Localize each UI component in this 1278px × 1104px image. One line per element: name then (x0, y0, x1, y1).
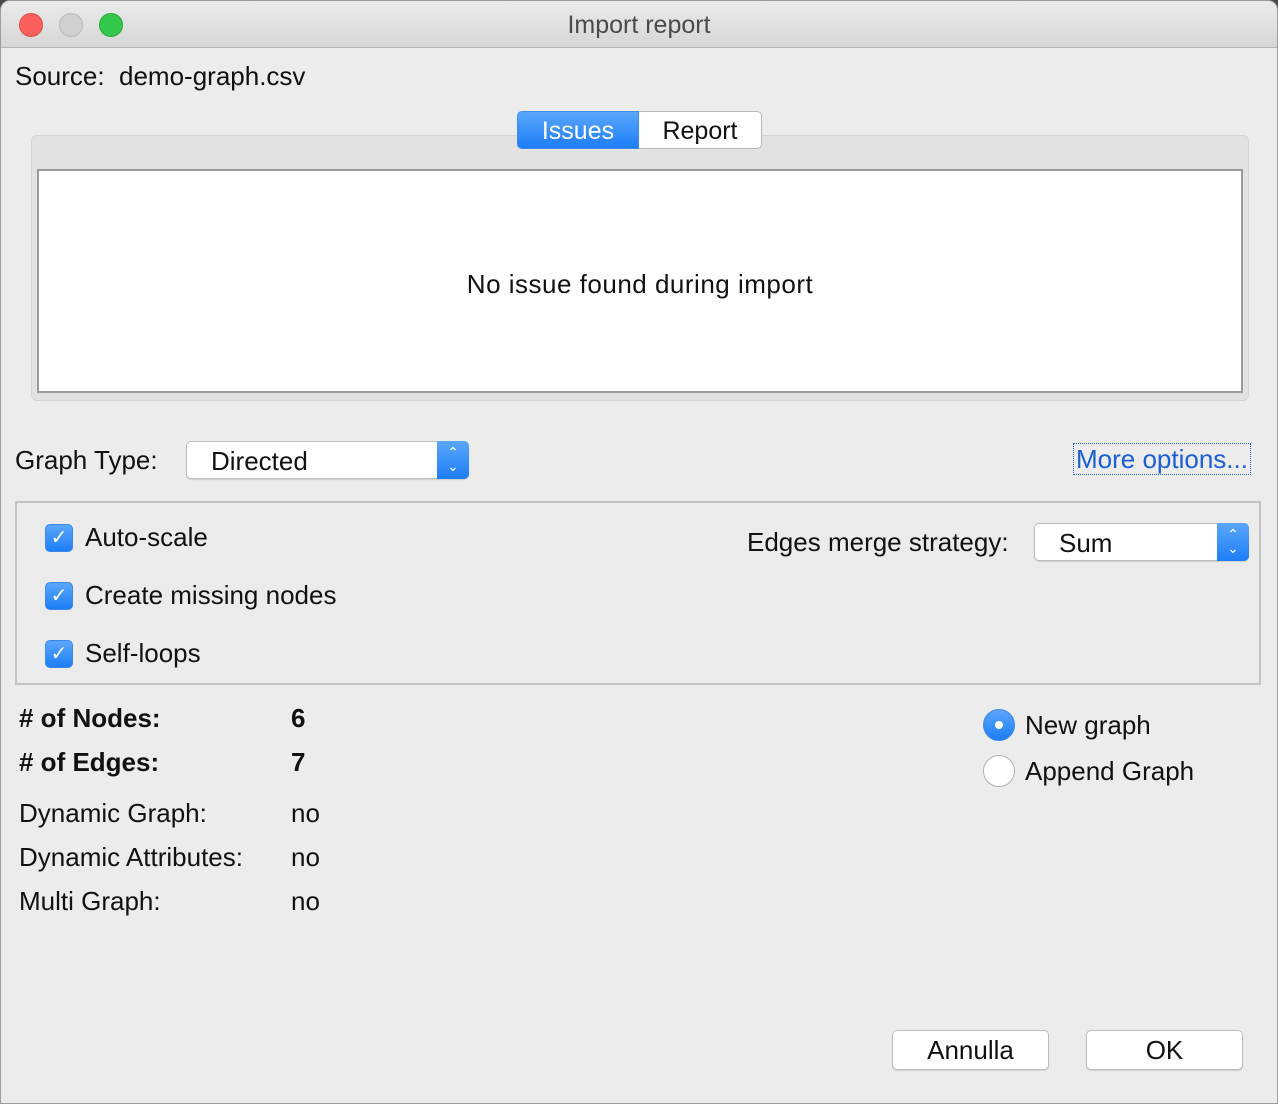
append-graph-label: Append Graph (1025, 756, 1195, 786)
auto-scale-label: Auto-scale (85, 522, 208, 552)
select-stepper-icon: ⌃ ⌄ (437, 441, 469, 479)
self-loops-checkbox[interactable]: ✓ (45, 640, 73, 668)
dynamic-attributes-label: Dynamic Attributes: (19, 842, 243, 872)
cancel-button[interactable]: Annulla (892, 1030, 1049, 1070)
self-loops-label: Self-loops (85, 638, 201, 668)
select-stepper-icon: ⌃ ⌄ (1217, 523, 1249, 561)
new-graph-label: New graph (1025, 710, 1151, 740)
tab-issues[interactable]: Issues (517, 111, 639, 149)
create-missing-nodes-label: Create missing nodes (85, 580, 337, 610)
dynamic-attributes-value: no (291, 842, 320, 872)
edges-count-label: # of Edges: (19, 747, 160, 777)
window-title: Import report (567, 11, 711, 39)
graph-type-label: Graph Type: (15, 445, 158, 475)
checkmark-icon: ✓ (50, 643, 68, 665)
multi-graph-value: no (291, 886, 320, 916)
edges-count-value: 7 (291, 747, 306, 777)
dynamic-graph-value: no (291, 798, 320, 828)
checkmark-icon: ✓ (50, 527, 68, 549)
checkmark-icon: ✓ (50, 585, 68, 607)
multi-graph-label: Multi Graph: (19, 886, 161, 916)
ok-button[interactable]: OK (1086, 1030, 1243, 1070)
dynamic-graph-label: Dynamic Graph: (19, 798, 207, 828)
source-filename: demo-graph.csv (119, 61, 306, 91)
nodes-count-label: # of Nodes: (19, 703, 161, 733)
graph-type-value: Directed (211, 446, 308, 476)
edges-merge-strategy-label: Edges merge strategy: (747, 527, 1009, 557)
new-graph-radio[interactable] (983, 709, 1015, 741)
source-label: Source: (15, 61, 105, 91)
tab-bar: Issues Report (517, 111, 762, 151)
title-bar: Import report (1, 1, 1277, 48)
import-report-dialog: Import report Source: demo-graph.csv Iss… (0, 0, 1278, 1104)
edges-merge-strategy-select[interactable]: Sum ⌃ ⌄ (1034, 523, 1249, 561)
auto-scale-checkbox[interactable]: ✓ (45, 524, 73, 552)
create-missing-nodes-checkbox[interactable]: ✓ (45, 582, 73, 610)
more-options-link[interactable]: More options... (1073, 443, 1251, 475)
issues-message: No issue found during import (466, 269, 814, 299)
graph-type-select[interactable]: Directed ⌃ ⌄ (186, 441, 469, 479)
merge-strategy-value: Sum (1059, 528, 1113, 558)
nodes-count-value: 6 (291, 703, 306, 733)
append-graph-radio[interactable] (983, 755, 1015, 787)
issues-list: No issue found during import (37, 169, 1243, 393)
tab-report[interactable]: Report (639, 111, 762, 149)
